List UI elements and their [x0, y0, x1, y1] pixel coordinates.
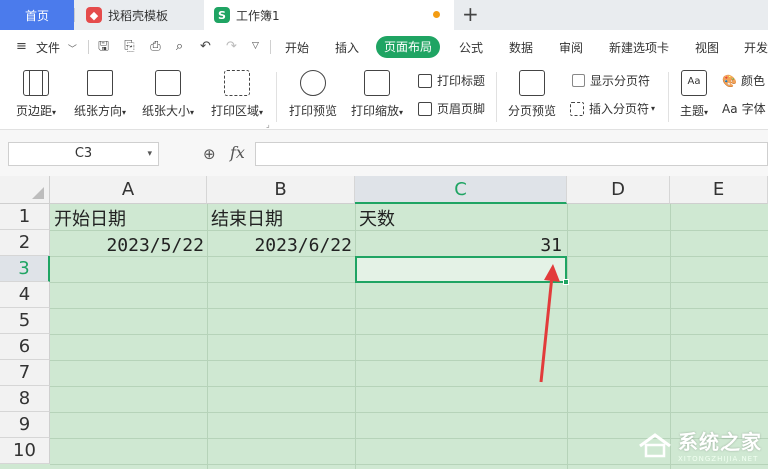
watermark-house-logo-icon [638, 432, 672, 458]
print-titles-icon [418, 73, 432, 88]
menu-formulas[interactable]: 公式 [459, 39, 483, 56]
ribbon-divider [276, 72, 277, 122]
print-icon[interactable]: ⎙ [148, 39, 163, 54]
header-footer-button[interactable]: 页眉页脚 [418, 100, 485, 117]
customize-toolbar-icon[interactable]: ▽ [248, 39, 263, 54]
menu-developer[interactable]: 开发 [744, 39, 768, 56]
unsaved-dot-icon [433, 11, 440, 18]
watermark-url: XITONGZHIJIA.NET [678, 455, 759, 463]
print-titles-button[interactable]: 打印标题 [418, 72, 485, 89]
file-menu[interactable]: 文件 ﹀ [36, 39, 77, 56]
page-break-preview-label: 分页预览 [507, 104, 556, 118]
menu-bar: ≡ 文件 ﹀ 🖫 ⎘ ⎙ ⌕ ↶ ↷ ▽ 开始 插入 页面布局 公式 数据 审阅… [0, 30, 768, 64]
show-page-breaks-label: 显示分页符 [590, 74, 651, 88]
print-scale-icon [364, 70, 390, 96]
file-menu-label: 文件 [36, 41, 61, 55]
paper-size-icon [155, 70, 181, 96]
menu-view[interactable]: 视图 [695, 39, 719, 56]
print-preview-icon[interactable]: ⌕ [172, 39, 187, 54]
insert-page-break-button[interactable]: 插入分页符 ▾ [570, 100, 655, 117]
formula-bar: C3 ▾ ⊕ fx [0, 130, 768, 176]
header-footer-label: 页眉页脚 [437, 102, 486, 116]
page-break-preview-icon [519, 70, 545, 96]
watermark-title: 系统之家 [678, 430, 762, 454]
title-tab-bar: 首页 ◆ 找稻壳模板 S 工作簿1 + [0, 0, 768, 30]
show-page-breaks-checkbox[interactable]: 显示分页符 [572, 72, 650, 89]
palette-icon: 🎨 [722, 73, 737, 88]
theme-fonts-label: 字体 [741, 102, 766, 116]
tab-workbook[interactable]: S 工作簿1 [204, 0, 454, 30]
menu-new-tab[interactable]: 新建选项卡 [609, 39, 669, 56]
name-box-value: C3 [74, 146, 93, 161]
site-watermark: 系统之家 XITONGZHIJIA.NET [638, 426, 762, 463]
menu-review[interactable]: 审阅 [559, 39, 583, 56]
print-preview-label: 打印预览 [288, 104, 337, 118]
theme-colors-button[interactable]: 🎨 颜色 [722, 72, 765, 89]
insert-page-break-label: 插入分页符 [589, 102, 650, 116]
print-titles-label: 打印标题 [437, 74, 486, 88]
hamburger-menu-icon[interactable]: ≡ [14, 39, 29, 54]
arrow-shaft [539, 275, 554, 383]
theme-button[interactable]: Aa 主题▾ [676, 70, 712, 126]
undo-icon[interactable]: ↶ [198, 39, 213, 54]
insert-page-break-icon [570, 101, 584, 116]
paper-size-label: 纸张大小▾ [141, 104, 195, 118]
orientation-icon [87, 70, 113, 96]
redo-icon[interactable]: ↷ [224, 39, 239, 54]
header-footer-icon [418, 101, 432, 116]
margins-button[interactable]: 页边距▾ [10, 70, 62, 126]
arrow-head [544, 264, 560, 282]
print-area-icon [224, 70, 250, 96]
new-tab-button[interactable]: + [462, 2, 479, 26]
print-area-label: 打印区域▾ [210, 104, 264, 118]
menu-insert[interactable]: 插入 [335, 39, 359, 56]
function-icon[interactable]: fx [230, 143, 245, 162]
save-icon[interactable]: 🖫 [96, 39, 111, 54]
margins-icon [23, 70, 49, 96]
spreadsheet-grid: A B C D E 1 2 3 4 5 6 7 8 9 10 开始日期 结束日期… [0, 176, 768, 469]
font-aa-icon: Aa [722, 101, 738, 116]
theme-label: 主题▾ [679, 104, 709, 118]
docer-logo-icon: ◆ [86, 7, 102, 23]
menu-divider [88, 40, 89, 54]
spreadsheet-icon: S [214, 7, 230, 23]
orientation-button[interactable]: 纸张方向▾ [70, 70, 130, 126]
chevron-down-icon: ▾ [147, 149, 152, 159]
theme-icon: Aa [681, 70, 707, 96]
menu-home[interactable]: 开始 [285, 39, 309, 56]
menu-page-layout[interactable]: 页面布局 [376, 36, 441, 58]
theme-fonts-button[interactable]: Aa 字体 [722, 100, 766, 117]
tab-template-label: 找稻壳模板 [108, 8, 169, 23]
ribbon-page-layout: 页边距▾ 纸张方向▾ 纸张大小▾ 打印区域▾ 打印预览 打印缩放▾ 打印标题 页… [0, 64, 768, 130]
tab-workbook-label: 工作簿1 [236, 8, 280, 23]
ribbon-divider [668, 72, 669, 122]
margins-label: 页边距▾ [15, 104, 57, 118]
tab-divider [74, 8, 75, 22]
page-break-preview-button[interactable]: 分页预览 [504, 70, 560, 126]
print-preview-button[interactable]: 打印预览 [286, 70, 340, 126]
dialog-launcher-icon[interactable]: ⌟ [266, 120, 270, 129]
menu-data[interactable]: 数据 [509, 39, 533, 56]
zoom-icon[interactable]: ⊕ [203, 145, 216, 163]
orientation-label: 纸张方向▾ [73, 104, 127, 118]
print-scale-label: 打印缩放▾ [350, 104, 404, 118]
chevron-down-icon: ﹀ [67, 45, 77, 55]
print-area-button[interactable]: 打印区域▾ [206, 70, 268, 126]
checkbox-icon [572, 74, 585, 87]
menu-divider [270, 40, 271, 54]
paper-size-button[interactable]: 纸张大小▾ [138, 70, 198, 126]
tab-template-store[interactable]: ◆ 找稻壳模板 [76, 0, 202, 30]
print-scale-button[interactable]: 打印缩放▾ [346, 70, 408, 126]
formula-input[interactable] [255, 142, 768, 166]
print-preview-icon [300, 70, 326, 96]
tab-home[interactable]: 首页 [0, 0, 74, 30]
chevron-down-icon: ▾ [651, 104, 656, 113]
theme-colors-label: 颜色 [740, 74, 765, 88]
name-box[interactable]: C3 ▾ [8, 142, 159, 166]
ribbon-divider [496, 72, 497, 122]
export-pdf-icon[interactable]: ⎘ [122, 39, 137, 54]
